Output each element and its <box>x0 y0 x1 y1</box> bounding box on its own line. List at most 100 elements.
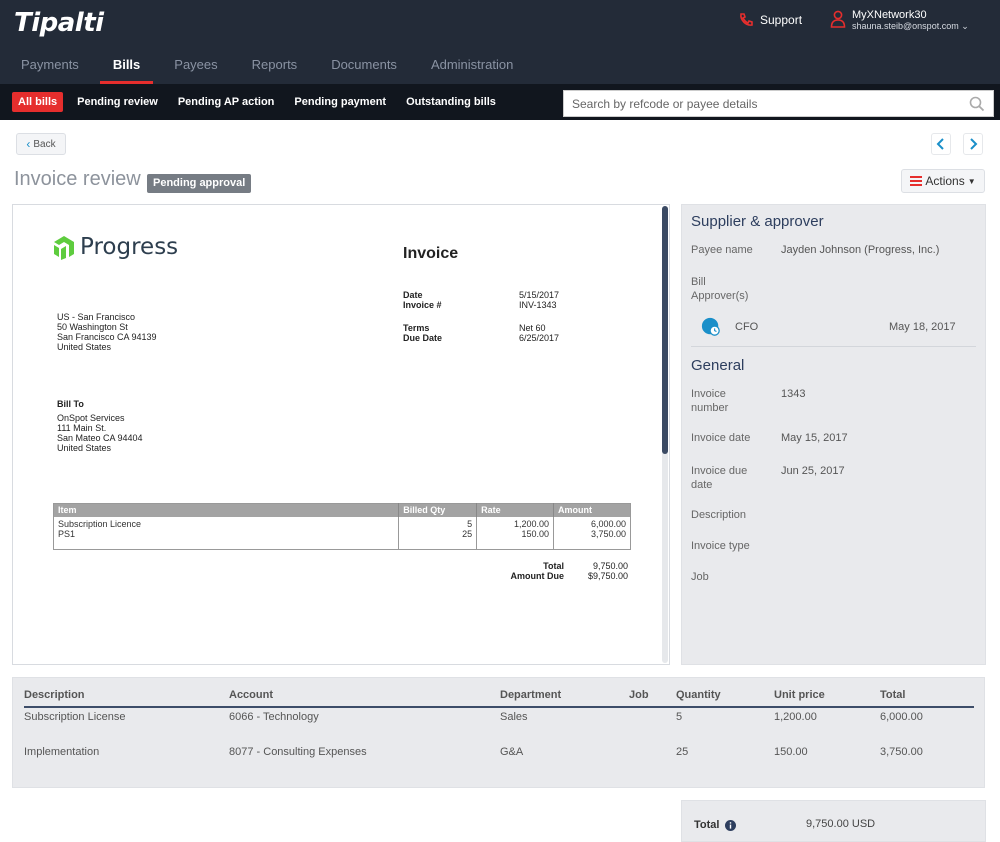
bill-to-address: Bill To OnSpot Services 111 Main St. San… <box>57 399 143 453</box>
item-amount: 6,000.00 <box>590 518 626 529</box>
address-line: San Francisco CA 94139 <box>57 332 157 342</box>
approver-date: May 18, 2017 <box>889 321 956 333</box>
nav-bills[interactable]: Bills <box>99 56 154 84</box>
line-total: 3,750.00 <box>880 746 923 758</box>
progress-logo-icon <box>54 236 74 260</box>
approver-role: CFO <box>735 321 759 333</box>
sub-nav: All bills Pending review Pending AP acti… <box>12 92 502 112</box>
nav-administration[interactable]: Administration <box>418 56 526 84</box>
invoice-number-value: 1343 <box>781 388 806 400</box>
user-menu[interactable]: MyXNetwork30 shauna.steib@onspot.com ⌄ <box>830 10 969 32</box>
item-qty: 25 <box>462 528 473 539</box>
back-button[interactable]: ‹ Back <box>16 133 66 155</box>
supplier-approver-heading: Supplier & approver <box>691 213 824 230</box>
tab-all-bills[interactable]: All bills <box>12 92 64 112</box>
user-icon <box>830 10 846 28</box>
progress-company-name: Progress <box>80 234 179 260</box>
search-input[interactable] <box>564 91 954 116</box>
address-line: 111 Main St. <box>57 423 107 433</box>
chevron-down-icon: ⌄ <box>961 21 969 31</box>
support-link[interactable]: Support <box>738 12 802 28</box>
invoice-due-date-label: Invoice due date <box>691 465 748 491</box>
job-label: Job <box>691 571 709 583</box>
back-label: Back <box>33 138 56 150</box>
nav-payees[interactable]: Payees <box>161 56 230 84</box>
column-header: Amount <box>553 503 631 517</box>
invoice-type-label: Invoice type <box>691 540 750 552</box>
column-header: Rate <box>476 503 555 517</box>
item-qty: 5 <box>467 518 473 529</box>
column-header-description: Description <box>24 689 85 701</box>
item-rate: 1,200.00 <box>514 518 550 529</box>
top-bar: Tipalti Support MyXNetwork30 shauna.stei… <box>0 0 1000 84</box>
page-title: Invoice review <box>14 168 141 190</box>
tab-pending-payment[interactable]: Pending payment <box>288 92 392 112</box>
divider <box>691 346 976 347</box>
meta-value: Net 60 <box>519 323 546 333</box>
scrollbar-thumb[interactable] <box>662 206 668 454</box>
nav-reports[interactable]: Reports <box>239 56 311 84</box>
invoice-date-label: Invoice date <box>691 432 751 444</box>
column-header-job: Job <box>629 689 649 701</box>
amount-due-value: $9,750.00 <box>587 571 628 581</box>
item-amount: 3,750.00 <box>590 528 626 539</box>
address-line: US - San Francisco <box>57 312 136 322</box>
nav-documents[interactable]: Documents <box>318 56 410 84</box>
status-badge: Pending approval <box>147 174 252 193</box>
tab-outstanding-bills[interactable]: Outstanding bills <box>400 92 502 112</box>
support-icon <box>740 13 753 26</box>
total-label: Total <box>543 561 564 571</box>
chevron-left-icon <box>936 138 944 150</box>
progress-logo: Progress <box>52 234 178 260</box>
chevron-left-icon: ‹ <box>26 137 31 151</box>
line-quantity: 5 <box>676 711 683 723</box>
total-label-group: Total <box>694 819 737 831</box>
tab-pending-review[interactable]: Pending review <box>71 92 164 112</box>
line-account: 6066 - Technology <box>229 711 319 723</box>
item-name: Subscription Licence <box>58 518 142 529</box>
meta-label: Terms <box>403 323 430 333</box>
bill-to-label: Bill To <box>57 399 84 409</box>
column-header-unit-price: Unit price <box>774 689 825 701</box>
chevron-right-icon <box>970 138 978 150</box>
invoice-items-table: Item Billed Qty Rate Amount Subscription… <box>53 503 631 550</box>
nav-payments[interactable]: Payments <box>8 56 92 84</box>
next-bill-button[interactable] <box>963 133 983 155</box>
actions-label: Actions <box>925 174 965 188</box>
qty-cell: 5 25 <box>398 516 478 550</box>
address-line: United States <box>57 342 112 352</box>
previous-bill-button[interactable] <box>931 133 951 155</box>
line-department: Sales <box>500 711 528 723</box>
main-nav: Payments Bills Payees Reports Documents … <box>0 56 534 84</box>
address-line: 50 Washington St <box>57 322 128 332</box>
info-icon[interactable] <box>725 819 737 831</box>
column-header-quantity: Quantity <box>676 689 721 701</box>
rate-cell: 1,200.00 150.00 <box>476 516 555 550</box>
invoice-number-label: Invoice number <box>691 388 729 414</box>
header-underline <box>24 706 974 708</box>
search-icon[interactable] <box>969 96 985 112</box>
invoice-meta: Date 5/15/2017 Invoice # INV-1343 Terms Net… <box>403 290 559 343</box>
items-cell: Subscription Licence PS1 <box>53 516 400 550</box>
column-header: Item <box>53 503 400 517</box>
search-box <box>563 90 994 117</box>
description-label: Description <box>691 509 747 521</box>
total-label: Total <box>694 819 720 831</box>
line-department: G&A <box>500 746 524 758</box>
line-description: Implementation <box>24 746 100 758</box>
address-line: San Mateo CA 94404 <box>57 433 143 443</box>
payee-name-value: Jayden Johnson (Progress, Inc.) <box>781 244 940 256</box>
meta-label: Due Date <box>403 333 443 343</box>
column-header-account: Account <box>229 689 273 701</box>
caret-down-icon: ▼ <box>967 176 976 186</box>
tipalti-logo[interactable]: Tipalti <box>14 8 104 38</box>
item-name: PS1 <box>58 528 76 539</box>
invoice-heading: Invoice <box>403 245 459 262</box>
column-header: Billed Qty <box>398 503 478 517</box>
meta-value: 6/25/2017 <box>519 333 560 343</box>
tab-pending-ap-action[interactable]: Pending AP action <box>172 92 281 112</box>
approver-avatar-icon <box>701 317 720 336</box>
general-heading: General <box>691 357 745 374</box>
actions-dropdown[interactable]: Actions ▼ <box>901 169 985 193</box>
line-total: 6,000.00 <box>880 711 923 723</box>
